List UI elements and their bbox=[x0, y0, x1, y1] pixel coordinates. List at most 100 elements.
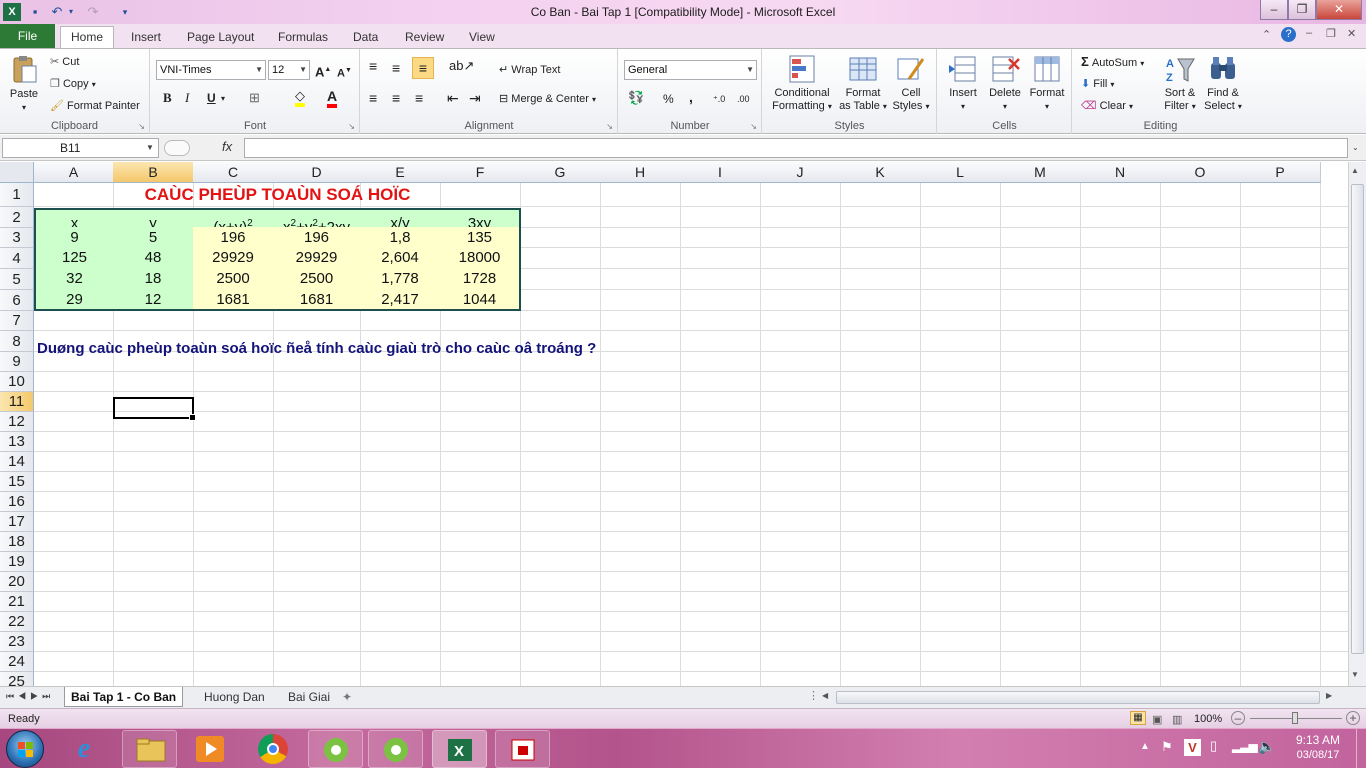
align-top-icon[interactable]: ≡ bbox=[369, 59, 377, 73]
table-cell[interactable]: 1044 bbox=[440, 289, 521, 311]
row-header-22[interactable]: 22 bbox=[0, 612, 34, 632]
insert-sheet-icon[interactable]: ✦ bbox=[342, 690, 352, 704]
alignment-launcher-icon[interactable]: ↘ bbox=[606, 122, 613, 131]
column-header-p[interactable]: P bbox=[1240, 162, 1321, 183]
volume-icon[interactable]: 🔈 bbox=[1258, 738, 1275, 755]
increase-indent-icon[interactable]: ⇥ bbox=[469, 91, 481, 105]
page-layout-view-icon[interactable]: ▣ bbox=[1152, 711, 1162, 729]
row-header-15[interactable]: 15 bbox=[0, 472, 34, 492]
row-header-3[interactable]: 3 bbox=[0, 228, 34, 248]
column-header-k[interactable]: K bbox=[840, 162, 921, 183]
expand-formula-bar-icon[interactable]: ⌄ bbox=[1352, 143, 1359, 152]
font-launcher-icon[interactable]: ↘ bbox=[348, 122, 355, 131]
table-cell[interactable]: 18 bbox=[113, 268, 194, 290]
row-header-1[interactable]: 1 bbox=[0, 183, 34, 207]
underline-dropdown-icon[interactable]: ▾ bbox=[221, 92, 225, 106]
tab-page-layout[interactable]: Page Layout bbox=[177, 27, 264, 48]
grow-font-icon[interactable]: A▲ bbox=[315, 63, 331, 79]
column-header-c[interactable]: C bbox=[193, 162, 274, 183]
sheet-title[interactable]: CAÙC PHEÙP TOAÙN SOÁ HOÏC bbox=[34, 183, 521, 204]
row-header-25[interactable]: 25 bbox=[0, 672, 34, 686]
table-cell[interactable]: 2500 bbox=[193, 268, 274, 290]
row-header-18[interactable]: 18 bbox=[0, 532, 34, 552]
sheet-tab-active[interactable]: Bai Tap 1 - Co Ban bbox=[64, 687, 184, 707]
cell-styles-button[interactable]: Cell Styles ▾ bbox=[889, 53, 933, 113]
merge-center-button[interactable]: ⊟ Merge & Center ▾ bbox=[499, 92, 596, 107]
column-header-n[interactable]: N bbox=[1080, 162, 1161, 183]
borders-icon[interactable]: ⊞ bbox=[249, 91, 260, 105]
column-header-f[interactable]: F bbox=[440, 162, 521, 183]
sheet-navigation-icons[interactable]: ⏮◀▶⏭ bbox=[6, 691, 54, 702]
scroll-right-icon[interactable]: ▶ bbox=[1326, 691, 1332, 700]
column-header-l[interactable]: L bbox=[920, 162, 1001, 183]
scroll-down-icon[interactable]: ▼ bbox=[1351, 670, 1359, 679]
column-header-d[interactable]: D bbox=[273, 162, 361, 183]
worksheet-grid[interactable]: ABCDEFGHIJKLMNOP 1 2 3 4 5 6 7 8 9 10 11 12 13 14 15 16… bbox=[0, 162, 1348, 686]
unikey-taskbar-icon[interactable] bbox=[495, 730, 550, 768]
network-signal-icon[interactable]: ▂▃▅ bbox=[1232, 739, 1258, 753]
row-header-8[interactable]: 8 bbox=[0, 331, 34, 352]
underline-button[interactable]: U bbox=[207, 91, 216, 105]
font-name-combo[interactable]: VNI-Times ▼ bbox=[156, 60, 266, 80]
sort-filter-button[interactable]: AZ Sort & Filter ▾ bbox=[1159, 53, 1201, 113]
workbook-restore-icon[interactable]: ❐ bbox=[1326, 27, 1336, 40]
tab-data[interactable]: Data bbox=[343, 27, 388, 48]
row-header-5[interactable]: 5 bbox=[0, 269, 34, 290]
row-header-17[interactable]: 17 bbox=[0, 512, 34, 532]
table-cell[interactable]: 196 bbox=[193, 227, 274, 248]
vietkey-tray-icon[interactable]: V bbox=[1184, 739, 1201, 756]
clock-time[interactable]: 9:13 AM bbox=[1288, 733, 1348, 747]
row-header-21[interactable]: 21 bbox=[0, 592, 34, 612]
table-cell[interactable]: 12 bbox=[113, 289, 194, 311]
coccoc-taskbar-icon-2[interactable] bbox=[368, 730, 423, 768]
copy-button[interactable]: ❐ Copy ▾ bbox=[50, 77, 96, 92]
insert-function-icon[interactable]: fx bbox=[222, 139, 232, 154]
comma-style-button[interactable]: , bbox=[689, 90, 693, 104]
row-header-4[interactable]: 4 bbox=[0, 248, 34, 269]
active-cell-selection[interactable] bbox=[113, 397, 196, 421]
tab-home[interactable]: Home bbox=[60, 26, 115, 48]
row-header-10[interactable]: 10 bbox=[0, 372, 34, 392]
column-header-i[interactable]: I bbox=[680, 162, 761, 183]
decrease-indent-icon[interactable]: ⇤ bbox=[447, 91, 459, 105]
question-text[interactable]: Duøng caùc pheùp toaùn soá hoïc ñeå tính… bbox=[37, 339, 596, 359]
tab-split-handle[interactable]: ⋮ bbox=[808, 689, 819, 702]
internet-explorer-icon[interactable]: e bbox=[64, 735, 104, 763]
cut-button[interactable]: ✂ Cut bbox=[50, 55, 79, 69]
accounting-format-icon[interactable]: 💱 bbox=[628, 91, 644, 105]
row-header-20[interactable]: 20 bbox=[0, 572, 34, 592]
insert-cells-button[interactable]: Insert ▾ bbox=[942, 53, 984, 113]
show-desktop-button[interactable] bbox=[1356, 729, 1366, 769]
table-cell[interactable]: 1,8 bbox=[360, 227, 441, 248]
table-cell[interactable]: 1681 bbox=[193, 289, 274, 311]
table-cell[interactable]: 29 bbox=[34, 289, 114, 311]
tab-review[interactable]: Review bbox=[395, 27, 454, 48]
name-box[interactable]: B11 bbox=[2, 138, 159, 158]
coccoc-taskbar-icon[interactable] bbox=[308, 730, 363, 768]
fill-button[interactable]: ⬇ Fill ▾ bbox=[1081, 77, 1114, 92]
table-cell[interactable]: 125 bbox=[34, 247, 114, 269]
column-header-h[interactable]: H bbox=[600, 162, 681, 183]
table-cell[interactable]: 29929 bbox=[193, 247, 274, 269]
clear-button[interactable]: ⌫ Clear ▾ bbox=[1081, 99, 1133, 114]
row-header-24[interactable]: 24 bbox=[0, 652, 34, 672]
wrap-text-button[interactable]: ↵ Wrap Text bbox=[499, 63, 560, 77]
decrease-decimal-icon[interactable]: .00 bbox=[737, 92, 750, 106]
format-cells-button[interactable]: Format ▾ bbox=[1026, 53, 1068, 113]
table-cell[interactable]: 48 bbox=[113, 247, 194, 269]
conditional-formatting-button[interactable]: Conditional Formatting ▾ bbox=[767, 53, 837, 113]
format-painter-button[interactable]: 🖌 Format Painter bbox=[50, 99, 140, 113]
table-cell[interactable]: 29929 bbox=[273, 247, 361, 269]
workbook-close-icon[interactable]: ✕ bbox=[1347, 27, 1356, 40]
minimize-button[interactable]: – bbox=[1260, 0, 1288, 20]
table-cell[interactable]: 135 bbox=[440, 227, 521, 248]
select-all-corner[interactable] bbox=[0, 162, 34, 183]
device-tray-icon[interactable]: ▯ bbox=[1210, 738, 1217, 754]
align-center-icon[interactable]: ≡ bbox=[392, 91, 400, 105]
sheet-tab[interactable]: Bai Giai bbox=[282, 687, 336, 707]
row-header-19[interactable]: 19 bbox=[0, 552, 34, 572]
row-header-7[interactable]: 7 bbox=[0, 311, 34, 331]
align-left-icon[interactable]: ≡ bbox=[369, 91, 377, 105]
help-icon[interactable]: ? bbox=[1281, 27, 1296, 42]
row-header-23[interactable]: 23 bbox=[0, 632, 34, 652]
